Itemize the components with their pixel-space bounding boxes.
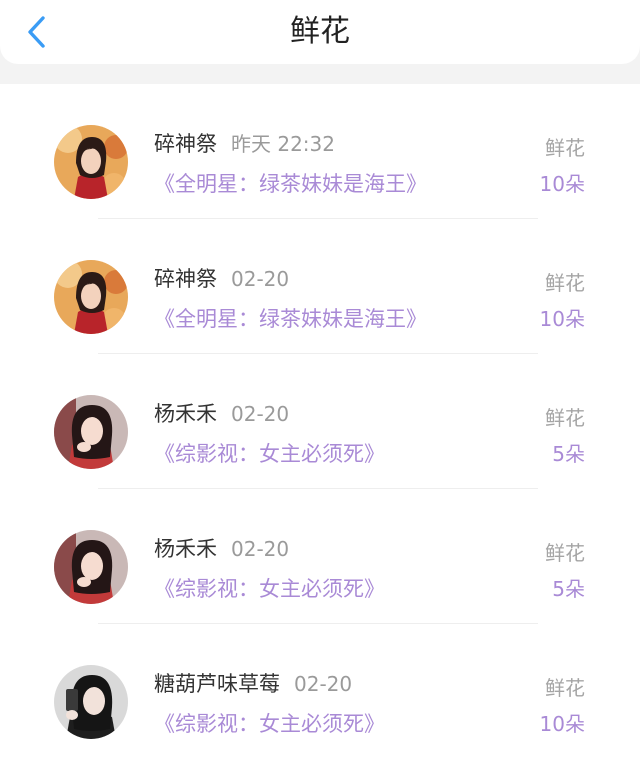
- book-title-link[interactable]: 《综影视：女主必须死》: [154, 708, 385, 738]
- gift-type-label: 鲜花: [545, 136, 585, 160]
- page-title: 鲜花: [290, 14, 350, 49]
- gift-count: 10朵: [539, 712, 585, 736]
- gift-count: 10朵: [539, 172, 585, 196]
- gift-type-label: 鲜花: [545, 406, 585, 430]
- timestamp: 02-20: [231, 267, 290, 291]
- list-item[interactable]: 碎神祭 昨天 22:32 《全明星：绿茶妹妹是海王》 鲜花 10朵: [0, 84, 640, 219]
- timestamp: 02-20: [231, 402, 290, 426]
- list-item[interactable]: 碎神祭 02-20 《全明星：绿茶妹妹是海王》 鲜花 10朵: [0, 219, 640, 354]
- gift-type-label: 鲜花: [545, 676, 585, 700]
- avatar-girl-red-icon: [54, 395, 128, 469]
- list-item[interactable]: 杨禾禾 02-20 《综影视：女主必须死》 鲜花 5朵: [0, 489, 640, 624]
- book-title-link[interactable]: 《综影视：女主必须死》: [154, 438, 385, 468]
- list-item[interactable]: 杨禾禾 02-20 《综影视：女主必须死》 鲜花 5朵: [0, 354, 640, 489]
- user-name: 糖葫芦味草莓 02-20: [154, 672, 353, 696]
- timestamp: 02-20: [231, 537, 290, 561]
- user-name: 碎神祭 02-20: [154, 267, 290, 291]
- header-bar: 鲜花: [0, 0, 640, 64]
- user-name: 杨禾禾 02-20: [154, 402, 290, 426]
- avatar-girl-phone-icon: [54, 665, 128, 739]
- user-name: 杨禾禾 02-20: [154, 537, 290, 561]
- gift-list: 碎神祭 昨天 22:32 《全明星：绿茶妹妹是海王》 鲜花 10朵 碎神祭 02-2…: [0, 84, 640, 759]
- timestamp: 02-20: [294, 672, 353, 696]
- avatar[interactable]: [54, 530, 128, 604]
- avatar[interactable]: [54, 395, 128, 469]
- gift-count: 5朵: [552, 577, 585, 601]
- avatar[interactable]: [54, 125, 128, 199]
- gift-type-label: 鲜花: [545, 271, 585, 295]
- timestamp: 昨天 22:32: [231, 132, 335, 156]
- avatar-girl-autumn-icon: [54, 125, 128, 199]
- gift-count: 10朵: [539, 307, 585, 331]
- avatar-girl-autumn-icon: [54, 260, 128, 334]
- avatar-girl-red-icon: [54, 530, 128, 604]
- book-title-link[interactable]: 《全明星：绿茶妹妹是海王》: [154, 303, 427, 333]
- avatar[interactable]: [54, 260, 128, 334]
- gift-count: 5朵: [552, 442, 585, 466]
- list-item[interactable]: 糖葫芦味草莓 02-20 《综影视：女主必须死》 鲜花 10朵: [0, 624, 640, 759]
- gift-type-label: 鲜花: [545, 541, 585, 565]
- user-name: 碎神祭 昨天 22:32: [154, 132, 335, 156]
- avatar[interactable]: [54, 665, 128, 739]
- book-title-link[interactable]: 《综影视：女主必须死》: [154, 573, 385, 603]
- book-title-link[interactable]: 《全明星：绿茶妹妹是海王》: [154, 168, 427, 198]
